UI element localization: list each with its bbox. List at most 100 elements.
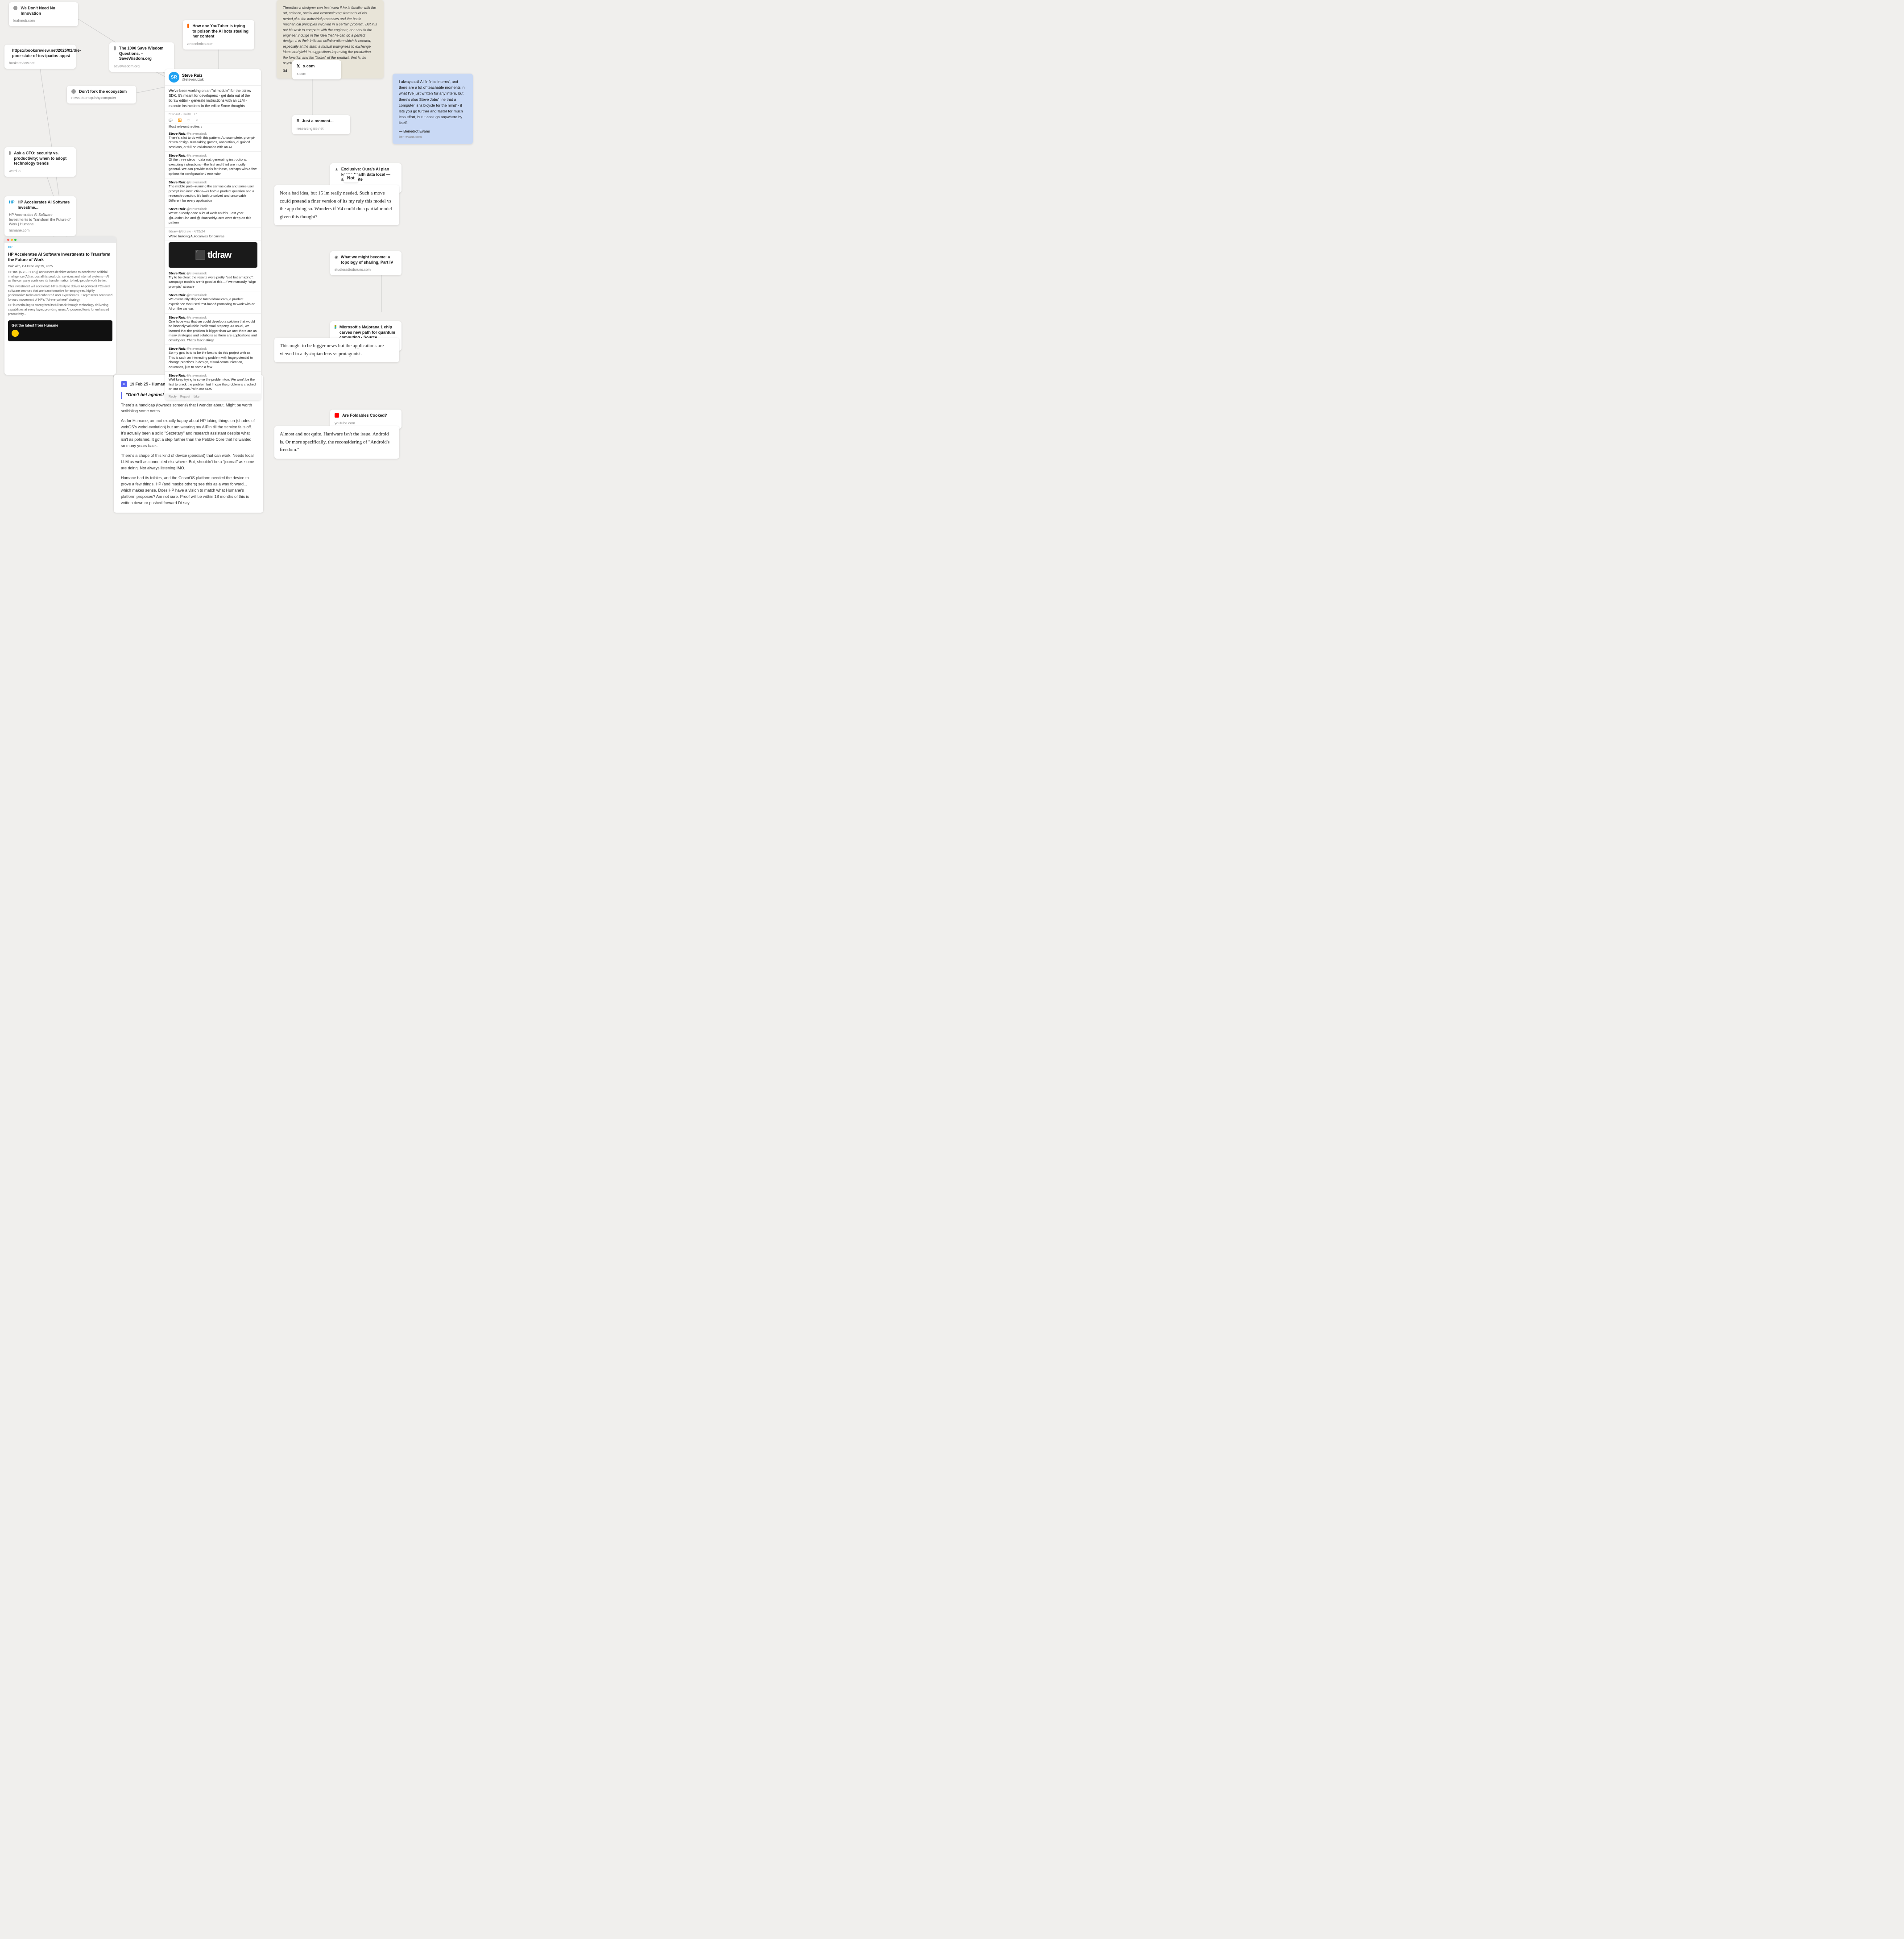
reply7-text: One hope was that we could develop a sol…	[169, 319, 257, 343]
discord-para1: There's a handicap (towards screens) tha…	[121, 402, 256, 415]
canvas: We Don't Need No Innovation leahmob.com …	[0, 0, 476, 485]
webpage-hp-logo: HP	[8, 245, 112, 250]
reply9-author: Steve Ruiz @steveruizok	[169, 373, 257, 377]
tweet-main-content: We've been working on an "ai module" for…	[165, 86, 261, 112]
favicon-link-icon4	[71, 89, 76, 94]
card-hp-subtitle: HP Accelerates AI Software Investments t…	[9, 213, 71, 227]
card-title: We Don't Need No Innovation	[21, 6, 74, 16]
tweet-action-share: ↗	[195, 119, 198, 122]
majorana-note-text: This ought to be bigger news but the app…	[280, 342, 394, 358]
tweet-action-like: ♡	[187, 119, 190, 122]
card-url2: booksreview.net	[9, 61, 71, 65]
card-twitter-embed[interactable]: SR Steve Ruiz @steveruizok We've been wo…	[165, 69, 261, 400]
hp-icon: HP	[9, 200, 15, 204]
card-we-dont-need[interactable]: We Don't Need No Innovation leahmob.com	[9, 2, 78, 26]
reply4-author: Steve Ruiz @steveruizok	[169, 207, 257, 211]
tweet-reply-5: Steve Ruiz @steveruizok Try to be clear:…	[165, 269, 261, 292]
card-title3: The 1000 Save Wisdom Questions. – SaveWi…	[119, 46, 170, 62]
card-x-com[interactable]: 𝕏 x.com x.com	[292, 60, 341, 79]
humane-banner-text: Get the latest from Humane	[12, 323, 109, 328]
max-dot	[14, 239, 17, 241]
tw-bar-like: Like	[194, 395, 199, 398]
card-save-wisdom[interactable]: The 1000 Save Wisdom Questions. – SaveWi…	[109, 42, 174, 72]
twitter-handle: @steveruizok	[182, 78, 204, 82]
foldables-note-text: Almost and not quite. Hardware isn't the…	[280, 431, 394, 454]
tldraw-logo-area: ⬛ tldraw	[169, 242, 257, 268]
reply2-author: Steve Ruiz @steveruizok	[169, 153, 257, 157]
twitter-header: SR Steve Ruiz @steveruizok	[165, 69, 261, 86]
reply8-text: So my goal is to to be the best to do th…	[169, 351, 257, 369]
tw-bar-reply: Reply	[169, 395, 177, 398]
quote-ben-text: I always call AI 'infinite interns', and…	[399, 79, 467, 126]
card-ars-title: How one YouTuber is trying to poison the…	[192, 24, 250, 39]
card-dont-fork[interactable]: Don't fork the ecosystem newsletter.squi…	[67, 86, 136, 104]
reply1-author: Steve Ruiz @steveruizok	[169, 132, 257, 136]
card-ask-cto[interactable]: Ask a CTO: security vs. productivity; wh…	[4, 147, 76, 177]
webpage-date: Palo Alto, CA February 25, 2025	[8, 265, 112, 269]
card-hp-webpage[interactable]: HP HP Accelerates AI Software Investment…	[4, 236, 116, 375]
card-title2: https://booksreview.net/2025/02/the-poor…	[12, 48, 81, 58]
card-jm-title: Just a moment...	[302, 119, 334, 124]
card-booksreview[interactable]: https://booksreview.net/2025/02/the-poor…	[4, 45, 76, 69]
reply9-text: Well keep trying to solve the problem to…	[169, 377, 257, 392]
card-url: leahmob.com	[13, 19, 74, 23]
quote-ben-attr: — Benedict Evans	[399, 129, 467, 133]
card-hp-url: humane.com	[9, 228, 71, 232]
card-topology[interactable]: ◉ What we might become: a topology of sh…	[330, 251, 401, 275]
tweet-actions: 💬 🔁 ♡ ↗	[165, 117, 261, 124]
x-icon: 𝕏	[297, 64, 300, 69]
webpage-para1: HP Inc. (NYSE: HPQ) announces decisive a…	[8, 270, 112, 283]
tweet-reply-4: Steve Ruiz @steveruizok We've already do…	[165, 205, 261, 228]
card-ars-technica[interactable]: How one YouTuber is trying to poison the…	[183, 20, 254, 50]
discord-para2: As for Humane, am not exactly happy abou…	[121, 418, 256, 449]
tweet-reply-3: Steve Ruiz @steveruizok The middle part—…	[165, 178, 261, 205]
tweet-action-rt: 🔁	[178, 119, 182, 122]
reply4-text: We've already done a lot of work on this…	[169, 211, 257, 225]
webpage-para2: This investment will accelerate HP's abi…	[8, 285, 112, 302]
reply3-text: The middle part—running the canvas data …	[169, 184, 257, 203]
reply5-author: Steve Ruiz @steveruizok	[169, 271, 257, 275]
tldraw-text: We're building Autocanvas for canvas	[169, 234, 257, 238]
tw-bar-rt: Repost	[180, 395, 190, 398]
card-ask-cto-title: Ask a CTO: security vs. productivity; wh…	[14, 151, 71, 166]
reply6-author: Steve Ruiz @steveruizok	[169, 293, 257, 297]
tweet-intro-text: We've been working on an "ai module" for…	[169, 89, 251, 108]
twitter-bottom-bar: Reply Repost Like	[165, 394, 261, 400]
webpage-para3: HP is continuing to strengthen its full …	[8, 303, 112, 316]
favicon-link-icon	[13, 6, 17, 10]
card-majorana-note: This ought to be bigger news but the app…	[274, 338, 399, 362]
webpage-browser-bar	[4, 236, 116, 243]
webpage-humane-banner: Get the latest from Humane	[8, 320, 112, 341]
favicon-link-icon3	[114, 46, 116, 50]
tweet-reply-7: Steve Ruiz @steveruizok One hope was tha…	[165, 314, 261, 345]
discord-para3: There's a shape of this kind of device (…	[121, 453, 256, 472]
reply7-author: Steve Ruiz @steveruizok	[169, 315, 257, 319]
quote-ben-url: ben-evans.com	[399, 135, 467, 139]
card-topology-title: What we might become: a topology of shar…	[341, 255, 397, 265]
twitter-author: Steve Ruiz	[182, 73, 204, 78]
humane-logo-dot	[12, 330, 19, 337]
oura-note-text: Not a bad idea, but 15 lm really needed.…	[280, 190, 394, 221]
tweet-reply-9: Steve Ruiz @steveruizok Well keep trying…	[165, 372, 261, 394]
card-ars-url: arstechnica.com	[187, 42, 250, 46]
not-badge: Not	[344, 174, 358, 182]
card-foldables-url: youtube.com	[335, 421, 397, 425]
tldraw-quoted: tldraw @tldraw · 4/25/24	[169, 229, 257, 233]
min-dot	[11, 239, 13, 241]
card-ask-cto-url: werd.io	[9, 169, 71, 173]
tweet-reply-1: Steve Ruiz @steveruizok There's a lot to…	[165, 130, 261, 152]
card-hp-accelerates[interactable]: HP HP Accelerates AI Software Investme..…	[4, 196, 76, 236]
twitter-avatar: SR	[169, 72, 179, 83]
tweet-reply-8: Steve Ruiz @steveruizok So my goal is to…	[165, 345, 261, 372]
designer-quote-text: Therefore a designer can best work if he…	[283, 5, 377, 66]
topology-icon: ◉	[335, 255, 338, 260]
rg-icon: 𝐑	[297, 119, 299, 123]
card-just-a-moment[interactable]: 𝐑 Just a moment... researchgate.net	[292, 115, 350, 134]
close-dot	[7, 239, 9, 241]
discord-icon: D	[121, 381, 127, 387]
favicon-link-icon5	[9, 151, 11, 155]
card-hp-title: HP Accelerates AI Software Investme...	[18, 200, 71, 210]
card-url3: savewisdom.org	[114, 64, 170, 68]
card-foldables-note: Almost and not quite. Hardware isn't the…	[274, 426, 399, 459]
oura-icon: ▲	[335, 167, 339, 171]
